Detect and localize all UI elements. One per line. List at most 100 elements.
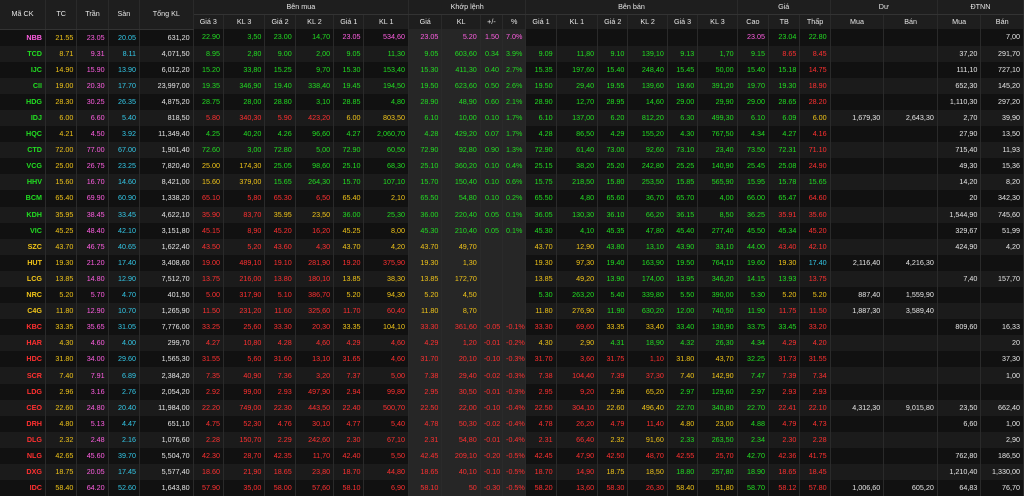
cell-sell-vol-3: 130,90 [697,319,738,336]
table-row[interactable]: NBB 21.55 23.05 20.05 631,20 22.90 3,50 23.00 14… [0,29,1024,46]
cell-symbol[interactable]: KDH [0,206,46,223]
cell-symbol[interactable]: IDJ [0,109,46,127]
table-row[interactable]: NRC 5.20 5.70 4.70 401,50 5.00 317,90 5.10 386,7… [0,287,1024,304]
table-row[interactable]: LCG 13.85 14.80 12.90 7,512,70 13.75 216,00 13.… [0,270,1024,287]
table-row[interactable]: TCD 8.71 9.31 8.11 4,071,50 8.95 2,80 9.00 2,00 9… [0,45,1024,62]
col-change[interactable]: +/- [480,14,504,29]
table-row[interactable]: HDG 28.30 30.25 26.35 4,875,20 28.75 28,00 28.8… [0,93,1024,110]
col-match-price[interactable]: Giá [408,14,443,29]
col-sell-vol-1[interactable]: KL 1 [556,14,599,29]
cell-symbol[interactable]: HQC [0,126,46,143]
cell-sell-price-1: 22.50 [525,399,557,416]
cell-symbol[interactable]: TCD [0,45,46,62]
cell-symbol[interactable]: CTD [0,142,46,159]
cell-symbol[interactable]: KBC [0,319,46,336]
cell-symbol[interactable]: DXG [0,464,46,481]
cell-symbol[interactable]: LDG [0,383,46,400]
table-row[interactable]: HHV 15.60 16.70 14.60 8,421,00 15.60 379,00 15.… [0,174,1024,191]
col-buy-vol-2[interactable]: KL 2 [295,14,335,29]
table-row[interactable]: CEO 22.60 24.80 20.40 11,984,00 22.20 749,00 22… [0,399,1024,416]
col-floor[interactable]: Sàn [108,0,141,30]
cell-symbol[interactable]: BCM [0,190,46,207]
cell-symbol[interactable]: CII [0,77,46,94]
cell-symbol[interactable]: HDC [0,351,46,368]
col-match-vol[interactable]: KL [441,14,481,29]
table-row[interactable]: LDG 2.96 3.16 2.76 2,054,20 2.92 99,00 2.93 497,… [0,383,1024,400]
col-buy-price-3[interactable]: Giá 3 [193,14,224,29]
cell-symbol[interactable]: NBB [0,29,46,46]
cell-symbol[interactable]: SZC [0,238,46,255]
table-row[interactable]: HAR 4.30 4.60 4.00 299,70 4.27 10,80 4.28 4,60 4.… [0,335,1024,352]
cell-symbol[interactable]: LCG [0,270,46,287]
col-high[interactable]: Cao [737,14,770,29]
cell-symbol[interactable]: CEO [0,399,46,416]
cell-buy-price-2: 19.10 [264,254,296,271]
col-foreign-sell[interactable]: Bán [980,14,1024,29]
cell-symbol[interactable]: DRH [0,415,46,432]
cell-symbol[interactable]: HDG [0,93,46,110]
col-symbol[interactable]: Mã CK [0,0,46,30]
table-row[interactable]: KDH 35.95 38.45 33.45 4,622,10 35.90 83,70 35.9… [0,206,1024,223]
cell-symbol[interactable]: VIC [0,222,46,239]
cell-symbol[interactable]: NLG [0,447,46,465]
col-low[interactable]: Thấp [799,14,831,29]
cell-residual-sell [883,222,938,239]
table-row[interactable]: DLG 2.32 2.48 2.16 1,076,60 2.28 150,70 2.29 242… [0,431,1024,448]
table-row[interactable]: HQC 4.21 4.50 3.92 11,349,40 4.25 40,20 4.26 96,… [0,126,1024,143]
cell-buy-price-2: 23.00 [264,29,296,46]
col-change-percent[interactable]: % [502,14,527,29]
cell-sell-vol-3: 142,90 [697,367,738,384]
table-row[interactable]: IJC 14.90 15.90 13.90 6,012,20 15.20 33,80 15.2… [0,61,1024,78]
table-row[interactable]: VIC 45.25 48.40 42.10 3,151,80 45.15 8,90 45.20… [0,222,1024,239]
cell-low: 2.93 [799,383,831,400]
col-sell-price-3[interactable]: Giá 3 [667,14,699,29]
cell-symbol[interactable]: SCR [0,367,46,384]
table-row[interactable]: IDC 58.40 64.20 52.60 1,643,80 57.90 35,00 58.0… [0,480,1024,496]
cell-total-volume: 2,054,20 [139,383,194,400]
table-row[interactable]: DRH 4.80 5.13 4.47 651,10 4.75 52,30 4.76 30,10 4… [0,415,1024,432]
table-row[interactable]: HUT 19.30 21.20 17.40 3,408,60 19.00 489,10 19.… [0,254,1024,271]
cell-symbol[interactable]: VCG [0,158,46,175]
cell-symbol[interactable]: DLG [0,431,46,448]
cell-symbol[interactable]: IJC [0,61,46,78]
cell-symbol[interactable]: HUT [0,254,46,271]
cell-symbol[interactable]: NRC [0,287,46,304]
cell-symbol[interactable]: HHV [0,174,46,191]
table-row[interactable]: CTD 72.00 77.00 67.00 1,901,40 72.60 3,00 72.80… [0,142,1024,159]
col-buy-price-2[interactable]: Giá 2 [264,14,296,29]
cell-sell-price-3: 65.70 [667,190,699,207]
table-row[interactable]: IDJ 6.00 6.60 5.40 818,50 5.80 340,30 5.90 423,2… [0,109,1024,127]
col-avg[interactable]: TB [768,14,801,29]
col-buy-vol-3[interactable]: KL 3 [223,14,266,29]
cell-change-percent: 0.6% [502,174,527,191]
cell-buy-price-1: 5.20 [333,287,365,304]
table-row[interactable]: BCM 65.40 69.90 60.90 1,338,20 65.10 5,80 65.30… [0,190,1024,207]
cell-symbol[interactable]: HAR [0,335,46,352]
table-row[interactable]: CII 19.00 20.30 17.70 23,997,00 19.35 346,90 19… [0,77,1024,94]
col-ceiling[interactable]: Trần [76,0,109,30]
col-sell-vol-3[interactable]: KL 3 [697,14,738,29]
col-buy-vol-1[interactable]: KL 1 [363,14,410,29]
col-sell-price-2[interactable]: Giá 2 [597,14,629,29]
table-row[interactable]: NLG 42.65 45.60 39.70 5,504,70 42.30 28,70 42.3… [0,447,1024,465]
col-residual-buy[interactable]: Mua [830,14,885,29]
table-row[interactable]: C4G 11.80 12.90 10.70 1,265,90 11.50 231,20 11.… [0,303,1024,320]
table-row[interactable]: KBC 33.35 35.65 31.05 7,776,00 33.25 25,60 33.3… [0,319,1024,336]
group-foreign: ĐTNN [937,0,1024,15]
cell-sell-price-1: 25.15 [525,158,557,175]
col-residual-sell[interactable]: Bán [883,14,938,29]
table-row[interactable]: HDC 31.80 34.00 29.60 1,565,30 31.55 5,60 31.60… [0,351,1024,368]
col-buy-price-1[interactable]: Giá 1 [333,14,365,29]
table-row[interactable]: VCG 25.00 26.75 23.25 7,820,40 25.00 174,30 25.… [0,158,1024,175]
cell-symbol[interactable]: C4G [0,303,46,320]
table-row[interactable]: SZC 43.70 46.75 40.65 1,622,40 43.50 5,20 43.60… [0,238,1024,255]
col-foreign-buy[interactable]: Mua [937,14,982,29]
cell-symbol[interactable]: IDC [0,480,46,496]
cell-foreign-sell [980,383,1024,400]
col-total-volume[interactable]: Tổng KL [139,0,194,30]
col-sell-price-1[interactable]: Giá 1 [525,14,557,29]
table-row[interactable]: SCR 7.40 7.91 6.89 2,384,20 7.35 40,90 7.36 3,20… [0,367,1024,384]
table-row[interactable]: DXG 18.75 20.05 17.45 5,577,40 18.60 21,90 18.6… [0,464,1024,481]
col-sell-vol-2[interactable]: KL 2 [627,14,668,29]
col-ref[interactable]: TC [45,0,78,30]
